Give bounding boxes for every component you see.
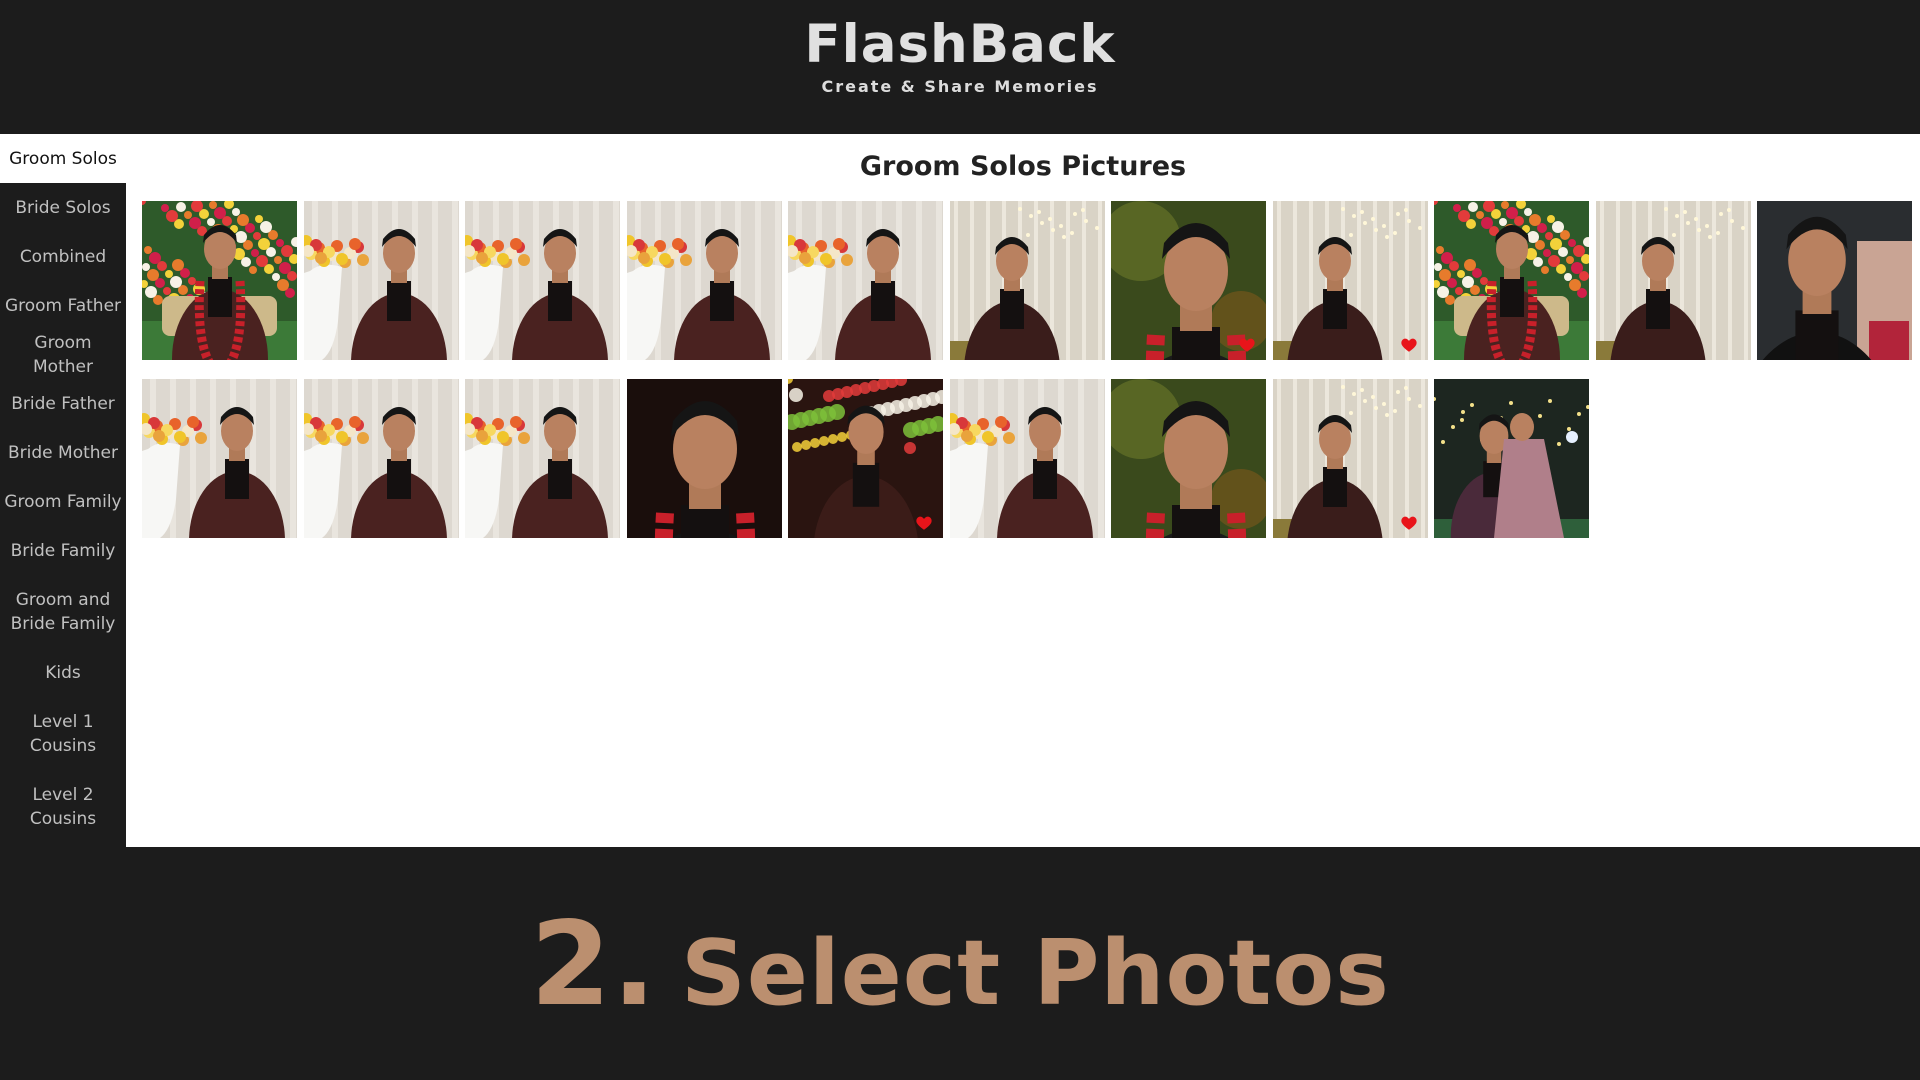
sidebar-item-groom-and-bride-family[interactable]: Groom and Bride Family xyxy=(0,575,126,648)
photo-thumbnail[interactable] xyxy=(1434,379,1589,538)
sidebar-item-label: Kids xyxy=(45,662,81,683)
photo-image xyxy=(1111,379,1266,538)
photo-image xyxy=(303,201,459,360)
photo-image xyxy=(1434,201,1589,360)
brand-logo[interactable]: FlashBack xyxy=(0,14,1920,75)
gallery-title: Groom Solos Pictures xyxy=(859,151,1187,182)
photo-image xyxy=(949,379,1105,538)
photo-image xyxy=(303,379,459,538)
heart-icon[interactable] xyxy=(1238,336,1256,354)
photo-thumbnail[interactable] xyxy=(303,201,459,360)
sidebar-item-label: Combined xyxy=(19,246,107,267)
photo-thumbnail[interactable] xyxy=(142,201,297,360)
photo-thumbnail[interactable] xyxy=(1111,201,1266,360)
photo-thumbnail[interactable] xyxy=(788,201,943,360)
heart-icon[interactable] xyxy=(1400,514,1418,532)
step-number: 2. xyxy=(530,897,658,1032)
sidebar-item-label: Level 1 Cousins xyxy=(29,711,97,756)
sidebar-item-groom-mother[interactable]: Groom Mother xyxy=(0,330,126,379)
step-banner: 2. Select Photos xyxy=(0,847,1920,1080)
photo-thumbnail[interactable] xyxy=(1111,379,1266,538)
sidebar-item-bride-family[interactable]: Bride Family xyxy=(0,526,126,575)
sidebar-item-label: Bride Solos xyxy=(15,197,111,218)
photo-thumbnail[interactable] xyxy=(949,379,1105,538)
photo-image xyxy=(465,379,620,538)
photo-thumbnail[interactable] xyxy=(465,201,620,360)
photo-thumbnail[interactable] xyxy=(626,379,782,538)
sidebar-item-label: Level 2 Cousins xyxy=(29,784,97,829)
sidebar-item-label: Bride Mother xyxy=(8,442,118,463)
photo-thumbnail[interactable] xyxy=(1272,379,1428,538)
sidebar-item-label: Bride Family xyxy=(10,540,116,561)
photo-thumbnail[interactable] xyxy=(1272,201,1428,360)
heart-icon[interactable] xyxy=(915,514,933,532)
photo-thumbnail[interactable] xyxy=(1595,201,1751,360)
step-text: Select Photos xyxy=(681,921,1390,1026)
photo-thumbnail[interactable] xyxy=(303,379,459,538)
photo-image xyxy=(465,201,620,360)
sidebar-item-label: Groom Family xyxy=(4,491,122,512)
category-sidebar: Groom Solos Bride Solos Combined Groom Fath… xyxy=(0,134,126,847)
sidebar-item-bride-solos[interactable]: Bride Solos xyxy=(0,183,126,232)
photo-image xyxy=(626,201,782,360)
sidebar-item-label: Groom Mother xyxy=(33,332,93,377)
photo-image xyxy=(949,201,1105,360)
sidebar-item-label: Groom Father xyxy=(4,295,122,316)
photo-image xyxy=(626,379,782,538)
photo-thumbnail[interactable] xyxy=(626,201,782,360)
sidebar-item-kids[interactable]: Kids xyxy=(0,648,126,697)
photo-image xyxy=(142,379,297,538)
heart-icon[interactable] xyxy=(1400,336,1418,354)
sidebar-item-bride-father[interactable]: Bride Father xyxy=(0,379,126,428)
step-caption: 2. Select Photos xyxy=(0,897,1920,1032)
photo-gallery-panel: Groom Solos Pictures xyxy=(126,134,1920,847)
photo-thumbnail[interactable] xyxy=(1757,201,1912,360)
photo-thumbnail[interactable] xyxy=(1434,201,1589,360)
sidebar-item-groom-family[interactable]: Groom Family xyxy=(0,477,126,526)
photo-image xyxy=(1595,201,1751,360)
sidebar-item-label: Bride Father xyxy=(11,393,115,414)
sidebar-item-level-1-cousins[interactable]: Level 1 Cousins xyxy=(0,697,126,770)
sidebar-item-bride-mother[interactable]: Bride Mother xyxy=(0,428,126,477)
photo-thumbnail[interactable] xyxy=(142,379,297,538)
sidebar-item-groom-solos[interactable]: Groom Solos xyxy=(0,134,126,183)
photo-thumbnail[interactable] xyxy=(949,201,1105,360)
photo-thumbnail[interactable] xyxy=(788,379,943,538)
sidebar-item-label: Groom Solos xyxy=(9,148,117,169)
photo-image xyxy=(1434,379,1589,538)
app-header: FlashBack Create & Share Memories xyxy=(0,0,1920,134)
photo-image xyxy=(142,201,297,360)
photo-image xyxy=(1757,201,1912,360)
photo-image xyxy=(788,201,943,360)
sidebar-item-label: Groom and Bride Family xyxy=(10,589,116,634)
sidebar-item-level-2-cousins[interactable]: Level 2 Cousins xyxy=(0,770,126,843)
brand-tagline: Create & Share Memories xyxy=(821,77,1099,96)
photo-thumbnail[interactable] xyxy=(465,379,620,538)
sidebar-item-groom-father[interactable]: Groom Father xyxy=(0,281,126,330)
sidebar-item-combined[interactable]: Combined xyxy=(0,232,126,281)
